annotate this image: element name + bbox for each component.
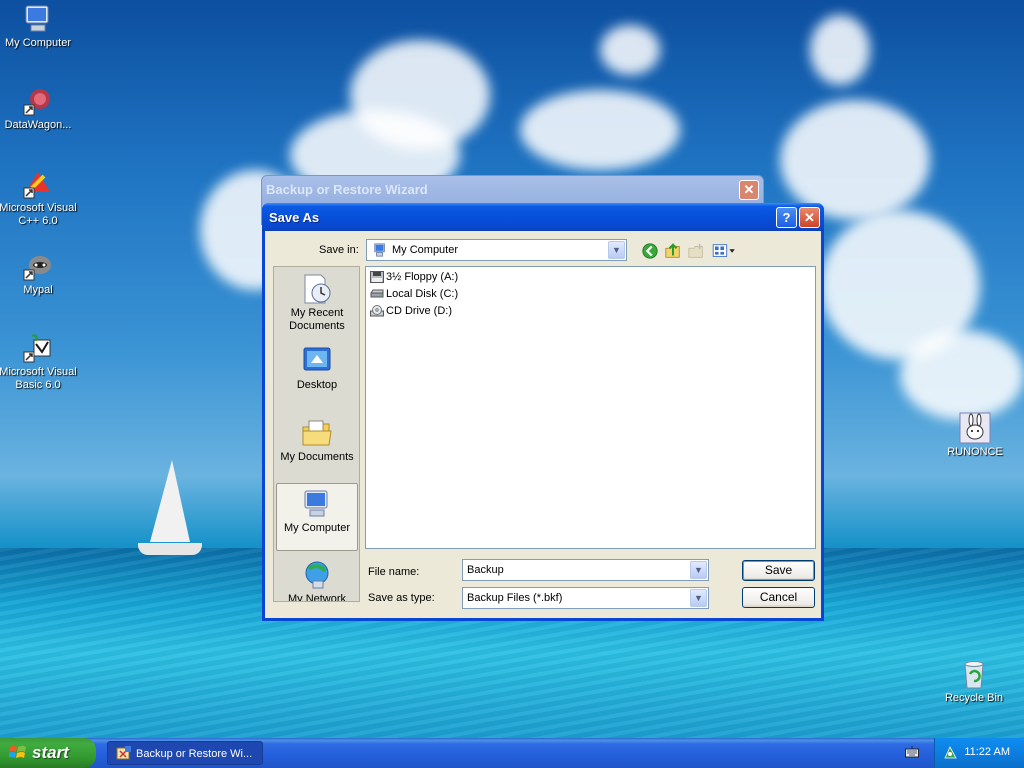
place-label: My Computer xyxy=(283,522,351,534)
desktop-icon-label: Microsoft Visual C++ 6.0 xyxy=(0,202,77,227)
backup-wizard-icon xyxy=(116,746,131,760)
back-arrow-icon xyxy=(642,243,658,259)
clock[interactable]: 11:22 AM xyxy=(964,746,1010,758)
place-desktop[interactable]: Desktop xyxy=(276,341,358,409)
up-one-level-button[interactable] xyxy=(663,241,683,261)
place-label: Desktop xyxy=(296,379,338,391)
create-new-folder-button[interactable] xyxy=(686,241,706,261)
file-name-label: File name: xyxy=(368,566,420,578)
runonce-icon xyxy=(959,412,991,444)
file-item-label: 3½ Floppy (A:) xyxy=(386,271,459,283)
folder-up-icon xyxy=(665,243,680,258)
my-computer-icon xyxy=(25,5,49,32)
recent-documents-icon xyxy=(304,274,331,304)
desktop-icon-datawagon[interactable]: DataWagon... xyxy=(0,85,78,132)
floppy-drive-icon xyxy=(370,271,384,283)
views-menu-button[interactable] xyxy=(711,241,737,261)
my-computer-icon xyxy=(374,243,385,257)
start-label: start xyxy=(32,743,69,762)
save-as-type-dropdown[interactable]: Backup Files (*.bkf) ▼ xyxy=(462,587,709,609)
my-network-icon xyxy=(305,561,329,589)
file-item-label: CD Drive (D:) xyxy=(386,305,452,317)
desktop-icon-my-computer[interactable]: My Computer xyxy=(0,3,78,50)
list-item-local-disk[interactable]: Local Disk (C:) xyxy=(370,286,458,302)
views-icon xyxy=(712,244,735,257)
place-my-network[interactable]: My Network xyxy=(276,555,358,602)
desktop-icon-visual-basic[interactable]: Microsoft Visual Basic 6.0 xyxy=(0,332,78,392)
cancel-button[interactable]: Cancel xyxy=(742,587,815,608)
start-button[interactable]: start xyxy=(0,738,96,768)
back-button[interactable] xyxy=(640,241,660,261)
file-list[interactable]: 3½ Floppy (A:) Local Disk (C:) CD Drive … xyxy=(365,266,816,549)
place-label: My Documents xyxy=(280,451,354,463)
chevron-down-icon[interactable]: ▼ xyxy=(608,241,625,259)
taskbar-item-label: Backup or Restore Wi... xyxy=(136,748,253,760)
desktop-icon-label: Microsoft Visual Basic 6.0 xyxy=(0,366,77,391)
save-in-value: My Computer xyxy=(392,244,459,256)
place-my-documents[interactable]: My Documents xyxy=(276,413,358,481)
recycle-bin-icon xyxy=(964,661,984,689)
list-item-cd-drive[interactable]: CD Drive (D:) xyxy=(370,303,452,319)
place-label: My Network xyxy=(287,593,347,602)
taskbar-item-backup-wizard[interactable]: Backup or Restore Wi... xyxy=(107,741,263,765)
visual-basic-icon xyxy=(23,334,51,363)
file-name-value: Backup xyxy=(467,564,504,576)
save-in-dropdown[interactable]: My Computer ▼ xyxy=(366,239,627,261)
mypal-icon xyxy=(23,256,51,281)
wizard-title: Backup or Restore Wizard xyxy=(266,182,428,197)
save-button[interactable]: Save xyxy=(742,560,815,581)
windows-logo-icon xyxy=(9,745,26,758)
help-button[interactable]: ? xyxy=(776,207,797,228)
desktop-icon-runonce[interactable]: RUNONCE xyxy=(935,412,1015,459)
desktop-icon-recycle-bin[interactable]: Recycle Bin xyxy=(934,658,1014,705)
wizard-close-button[interactable]: ✕ xyxy=(739,180,759,200)
save-as-dialog: Save As ? ✕ Save in: My Computer ▼ My Re… xyxy=(262,203,824,621)
chevron-down-icon[interactable]: ▼ xyxy=(690,561,707,579)
desktop-icon-visual-cpp[interactable]: Microsoft Visual C++ 6.0 xyxy=(0,168,78,228)
list-item-floppy[interactable]: 3½ Floppy (A:) xyxy=(370,269,458,285)
dialog-title-bar[interactable]: Save As ? ✕ xyxy=(262,203,824,231)
places-bar: My Recent Documents Desktop My Documents xyxy=(273,266,360,602)
hard-disk-icon xyxy=(370,289,384,298)
file-item-label: Local Disk (C:) xyxy=(386,288,459,300)
desktop-icon-label: RUNONCE xyxy=(947,446,1003,458)
desktop-icon xyxy=(303,347,331,371)
my-documents-icon xyxy=(302,420,332,446)
save-as-type-label: Save as type: xyxy=(368,592,435,604)
file-name-field[interactable]: Backup ▼ xyxy=(462,559,709,581)
system-tray: 11:22 AM xyxy=(934,738,1024,768)
cd-drive-icon xyxy=(370,305,384,317)
visual-cpp-icon xyxy=(23,172,50,199)
desktop-icon-label: Mypal xyxy=(23,284,53,296)
save-in-label: Save in: xyxy=(319,244,359,256)
save-as-type-value: Backup Files (*.bkf) xyxy=(467,592,563,604)
chevron-down-icon[interactable]: ▼ xyxy=(690,589,707,607)
network-tray-icon[interactable] xyxy=(943,745,958,760)
new-folder-icon xyxy=(688,243,703,258)
desktop-icon-mypal[interactable]: Mypal xyxy=(0,250,78,297)
desktop-icon-label: DataWagon... xyxy=(4,119,72,131)
desktop-icon-label: Recycle Bin xyxy=(944,692,1004,704)
taskbar: start Backup or Restore Wi... 11:22 AM xyxy=(0,738,1024,768)
desktop-icon-label: My Computer xyxy=(4,37,72,49)
close-button[interactable]: ✕ xyxy=(799,207,820,228)
datawagon-icon xyxy=(23,89,50,116)
place-my-recent-documents[interactable]: My Recent Documents xyxy=(276,269,358,337)
dialog-title: Save As xyxy=(269,210,320,225)
keyboard-icon[interactable] xyxy=(905,746,919,758)
my-computer-icon xyxy=(304,490,328,517)
place-label: My Recent Documents xyxy=(289,307,345,332)
place-my-computer[interactable]: My Computer xyxy=(276,483,358,551)
